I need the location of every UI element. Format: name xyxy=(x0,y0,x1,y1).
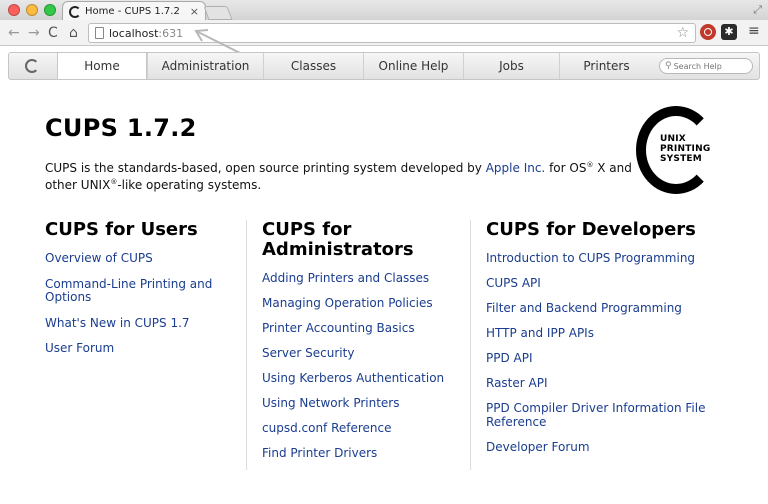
back-button[interactable]: ← xyxy=(8,24,20,42)
list-item: PPD Compiler Driver Information File Ref… xyxy=(486,401,730,429)
tab-administration[interactable]: Administration xyxy=(147,53,263,79)
list-item: PPD API xyxy=(486,351,730,366)
extension-puzzle-icon[interactable]: ✱ xyxy=(721,24,737,40)
zoom-window-button[interactable] xyxy=(44,4,56,16)
cups-logo-text: UNIX PRINTING SYSTEM xyxy=(660,134,710,164)
developers-heading: CUPS for Developers xyxy=(486,219,696,240)
home-button[interactable]: ⌂ xyxy=(69,24,78,42)
list-item: Server Security xyxy=(262,346,468,361)
doc-link[interactable]: CUPS API xyxy=(486,276,541,290)
new-tab-button[interactable] xyxy=(203,6,233,20)
forward-button[interactable]: → xyxy=(28,24,40,42)
tab-printers[interactable]: Printers xyxy=(559,53,653,79)
list-item: User Forum xyxy=(45,341,245,356)
administrators-link-list: Adding Printers and Classes Managing Oper… xyxy=(262,271,468,461)
list-item: Using Kerberos Authentication xyxy=(262,371,468,386)
users-column: CUPS for Users Overview of CUPS Command-L… xyxy=(45,220,245,368)
doc-link[interactable]: Server Security xyxy=(262,346,354,360)
administrators-column: CUPS for Administrators Adding Printers … xyxy=(246,220,468,470)
list-item: Find Printer Drivers xyxy=(262,446,468,461)
doc-link[interactable]: Find Printer Drivers xyxy=(262,446,377,460)
doc-link[interactable]: Raster API xyxy=(486,376,548,390)
tab-title: Home - CUPS 1.7.2 xyxy=(85,6,180,17)
doc-link[interactable]: User Forum xyxy=(45,341,114,355)
cups-logo: UNIX PRINTING SYSTEM xyxy=(636,106,716,194)
tab-home[interactable]: Home xyxy=(57,53,147,79)
extension-opera-icon[interactable] xyxy=(700,24,716,40)
url-port[interactable]: :631 xyxy=(158,27,183,40)
list-item: Raster API xyxy=(486,376,730,391)
doc-link[interactable]: What's New in CUPS 1.7 xyxy=(45,316,190,330)
url-host[interactable]: localhost xyxy=(109,27,158,40)
list-item: What's New in CUPS 1.7 xyxy=(45,316,245,331)
fullscreen-icon[interactable]: ⤢ xyxy=(753,3,762,17)
logo-line: SYSTEM xyxy=(660,154,702,164)
doc-link[interactable]: Filter and Backend Programming xyxy=(486,301,682,315)
tab-classes[interactable]: Classes xyxy=(263,53,363,79)
doc-link[interactable]: PPD Compiler Driver Information File Ref… xyxy=(486,401,705,429)
browser-toolbar: ← → C ⌂ localhost :631 ☆ ✱ ≡ xyxy=(0,20,768,46)
browser-menu-icon[interactable]: ≡ xyxy=(748,23,760,39)
developers-link-list: Introduction to CUPS Programming CUPS API… xyxy=(486,251,730,455)
browser-tab[interactable]: Home - CUPS 1.7.2 × xyxy=(62,1,206,21)
doc-link[interactable]: Using Kerberos Authentication xyxy=(262,371,444,385)
doc-link[interactable]: cupsd.conf Reference xyxy=(262,421,392,435)
intro-text: for OS xyxy=(545,161,587,175)
doc-link[interactable]: HTTP and IPP APIs xyxy=(486,326,594,340)
doc-link[interactable]: Adding Printers and Classes xyxy=(262,271,429,285)
address-bar[interactable]: localhost :631 ☆ xyxy=(88,23,696,43)
list-item: Managing Operation Policies xyxy=(262,296,468,311)
intro-text: -like operating systems. xyxy=(117,178,262,192)
doc-link[interactable]: Managing Operation Policies xyxy=(262,296,433,310)
reload-button[interactable]: C xyxy=(48,24,58,42)
list-item: cupsd.conf Reference xyxy=(262,421,468,436)
list-item: Developer Forum xyxy=(486,440,730,455)
tab-close-icon[interactable]: × xyxy=(190,5,199,18)
list-item: Introduction to CUPS Programming xyxy=(486,251,730,266)
window-titlebar: Home - CUPS 1.7.2 × ⤢ xyxy=(0,0,768,21)
doc-link[interactable]: Command-Line Printing and Options xyxy=(45,277,212,305)
logo-line: PRINTING xyxy=(660,144,711,154)
list-item: Using Network Printers xyxy=(262,396,468,411)
doc-link[interactable]: Introduction to CUPS Programming xyxy=(486,251,695,265)
close-window-button[interactable] xyxy=(8,4,20,16)
apple-inc-link[interactable]: Apple Inc. xyxy=(486,161,546,175)
search-help-input[interactable] xyxy=(673,61,748,71)
logo-line: UNIX xyxy=(660,134,686,144)
tab-jobs[interactable]: Jobs xyxy=(463,53,559,79)
search-icon: ⚲ xyxy=(665,61,672,71)
list-item: Adding Printers and Classes xyxy=(262,271,468,286)
developers-column: CUPS for Developers Introduction to CUPS… xyxy=(470,220,730,470)
search-help-box[interactable]: ⚲ xyxy=(659,58,753,74)
doc-link[interactable]: Printer Accounting Basics xyxy=(262,321,415,335)
intro-paragraph: CUPS is the standards-based, open source… xyxy=(45,158,635,192)
tab-online-help[interactable]: Online Help xyxy=(363,53,463,79)
doc-link[interactable]: Overview of CUPS xyxy=(45,251,153,265)
minimize-window-button[interactable] xyxy=(26,4,38,16)
doc-link[interactable]: PPD API xyxy=(486,351,533,365)
page-title: CUPS 1.7.2 xyxy=(45,114,197,142)
bookmark-star-icon[interactable]: ☆ xyxy=(676,25,689,41)
users-heading: CUPS for Users xyxy=(45,219,198,240)
list-item: CUPS API xyxy=(486,276,730,291)
doc-link[interactable]: Developer Forum xyxy=(486,440,590,454)
list-item: Printer Accounting Basics xyxy=(262,321,468,336)
cups-logo-small-icon[interactable] xyxy=(25,59,39,73)
list-item: Overview of CUPS xyxy=(45,251,245,266)
list-item: Command-Line Printing and Options xyxy=(45,277,245,305)
list-item: Filter and Backend Programming xyxy=(486,301,730,316)
administrators-heading: CUPS for Administrators xyxy=(262,219,414,260)
page-icon xyxy=(95,27,104,39)
list-item: HTTP and IPP APIs xyxy=(486,326,730,341)
intro-text: CUPS is the standards-based, open source… xyxy=(45,161,486,175)
users-link-list: Overview of CUPS Command-Line Printing an… xyxy=(45,251,245,356)
cups-navbar: Home Administration Classes Online Help Jobs… xyxy=(8,52,760,80)
cups-favicon-icon xyxy=(69,5,81,18)
doc-link[interactable]: Using Network Printers xyxy=(262,396,400,410)
